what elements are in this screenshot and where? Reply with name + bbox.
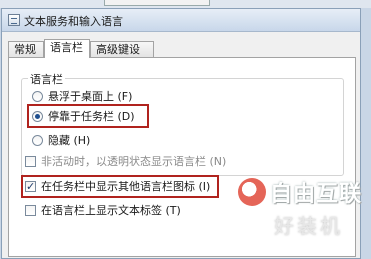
highlight-box-extra-icons [21,175,219,198]
background-window-strip [0,0,371,8]
logo-icon [238,178,266,206]
watermark-brand-text: 自由互联 [270,182,363,207]
group-label: 语言栏 [28,71,65,87]
window-icon [8,14,20,26]
watermark-sub-text: 好装机 [274,214,343,238]
tab-advanced-key-settings[interactable]: 高级键设置 [90,41,154,72]
highlight-box-dock [27,104,149,128]
radio-label: 隐藏 (H) [48,134,91,147]
checkbox[interactable] [25,205,36,216]
background-tab [104,0,210,6]
window-title: 文本服务和输入语言 [24,15,123,28]
tab-general[interactable]: 常规 [8,41,44,57]
title-bar[interactable]: 文本服务和输入语言 [2,9,360,32]
checkbox-label: 非活动时，以透明状态显示语言栏 (N) [41,155,227,168]
radio-button[interactable] [32,91,43,102]
checkbox-label: 在语言栏上显示文本标签 (T) [41,204,181,217]
radio-label: 悬浮于桌面上 (F) [48,90,133,103]
tab-language-bar[interactable]: 语言栏 [44,39,90,58]
watermark: 自由互联 好装机 [238,172,361,238]
radio-button[interactable] [32,135,43,146]
checkbox[interactable] [25,156,36,167]
